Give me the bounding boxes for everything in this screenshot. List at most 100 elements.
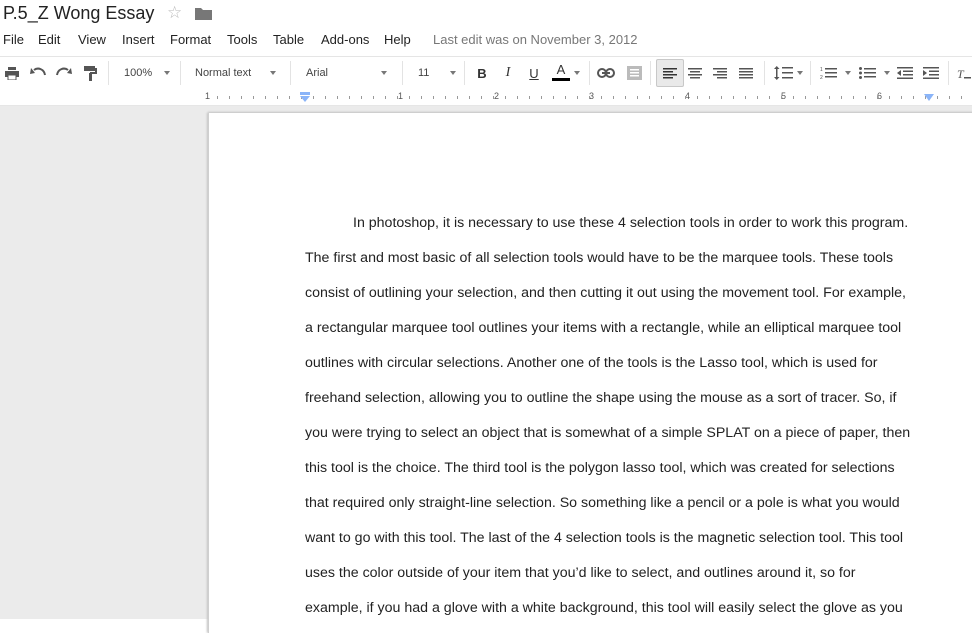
body-line: freehand selection, allowing you to outl… bbox=[305, 390, 897, 406]
menu-tools[interactable]: Tools bbox=[227, 32, 257, 47]
ruler-tick bbox=[757, 96, 758, 99]
right-indent-marker-icon[interactable] bbox=[924, 94, 934, 101]
chevron-down-icon bbox=[164, 71, 170, 75]
comment-icon[interactable] bbox=[624, 57, 644, 89]
ruler-tick bbox=[361, 96, 362, 99]
folder-icon[interactable] bbox=[195, 7, 212, 20]
ruler-tick bbox=[613, 96, 614, 99]
ruler-tick bbox=[805, 96, 806, 99]
ruler-tick bbox=[901, 96, 902, 99]
align-right-icon[interactable] bbox=[710, 57, 730, 89]
document-title[interactable]: P.5_Z Wong Essay bbox=[3, 3, 154, 24]
menu-help[interactable]: Help bbox=[384, 32, 411, 47]
ruler-tick bbox=[721, 96, 722, 99]
ruler-tick bbox=[397, 96, 398, 99]
menu-edit[interactable]: Edit bbox=[38, 32, 60, 47]
ruler-tick bbox=[325, 96, 326, 99]
ruler-tick bbox=[385, 96, 386, 99]
chevron-down-icon bbox=[574, 71, 580, 75]
bold-label: B bbox=[477, 65, 487, 81]
ruler-tick bbox=[877, 96, 878, 99]
body-line: The first and most basic of all selectio… bbox=[305, 250, 894, 266]
ruler-tick bbox=[445, 96, 446, 99]
ruler-tick bbox=[493, 96, 494, 99]
ruler-tick bbox=[289, 96, 290, 99]
document-canvas: In photoshop, it is necessary to use the… bbox=[0, 106, 972, 633]
ruler-tick bbox=[661, 96, 662, 99]
svg-text:1: 1 bbox=[820, 67, 823, 73]
font-size-value: 11 bbox=[418, 67, 430, 79]
ruler-tick bbox=[937, 96, 938, 99]
ruler-number: 1 bbox=[398, 91, 404, 101]
title-bar: P.5_Z Wong Essay ☆ bbox=[0, 0, 972, 28]
ruler-tick bbox=[373, 96, 374, 99]
ruler-tick bbox=[649, 96, 650, 99]
italic-button[interactable]: I bbox=[498, 57, 518, 89]
undo-icon[interactable] bbox=[29, 57, 47, 89]
ruler-tick bbox=[241, 96, 242, 99]
link-icon[interactable] bbox=[596, 57, 616, 89]
last-edit-status[interactable]: Last edit was on November 3, 2012 bbox=[433, 32, 638, 47]
font-family-select[interactable]: Arial bbox=[296, 57, 396, 89]
underline-label: U bbox=[529, 65, 539, 81]
ruler-tick bbox=[589, 96, 590, 99]
ruler-tick bbox=[841, 96, 842, 99]
menu-view[interactable]: View bbox=[78, 32, 106, 47]
underline-button[interactable]: U bbox=[524, 57, 544, 89]
ruler-tick bbox=[733, 96, 734, 99]
paint-format-icon[interactable] bbox=[81, 57, 99, 89]
ruler-tick bbox=[505, 96, 506, 99]
ruler-number: 1 bbox=[205, 91, 211, 101]
document-page[interactable]: In photoshop, it is necessary to use the… bbox=[208, 113, 972, 633]
svg-text:T: T bbox=[957, 67, 965, 80]
menu-format[interactable]: Format bbox=[170, 32, 211, 47]
chevron-down-icon bbox=[845, 71, 851, 75]
menu-add-ons[interactable]: Add-ons bbox=[321, 32, 369, 47]
chevron-down-icon bbox=[797, 71, 803, 75]
ruler-tick bbox=[481, 96, 482, 99]
increase-indent-icon[interactable] bbox=[921, 57, 941, 89]
ruler-tick bbox=[277, 96, 278, 99]
decrease-indent-icon[interactable] bbox=[895, 57, 915, 89]
ruler-tick bbox=[709, 96, 710, 99]
numbered-list-icon[interactable]: 12 bbox=[818, 57, 854, 89]
menu-file[interactable]: File bbox=[3, 32, 24, 47]
star-icon[interactable]: ☆ bbox=[167, 3, 182, 23]
menu-table[interactable]: Table bbox=[273, 32, 304, 47]
bold-button[interactable]: B bbox=[472, 57, 492, 89]
align-center-icon[interactable] bbox=[685, 57, 705, 89]
justify-icon[interactable] bbox=[736, 57, 756, 89]
ruler-tick bbox=[745, 96, 746, 99]
zoom-value: 100% bbox=[124, 67, 153, 79]
ruler-tick bbox=[793, 96, 794, 99]
zoom-select[interactable]: 100% bbox=[116, 57, 176, 89]
text-color-button[interactable]: A bbox=[548, 57, 582, 89]
ruler-tick bbox=[409, 96, 410, 99]
body-line: In photoshop, it is necessary to use the… bbox=[353, 215, 909, 231]
print-icon[interactable] bbox=[3, 57, 21, 89]
svg-text:2: 2 bbox=[820, 75, 823, 80]
ruler-tick bbox=[529, 96, 530, 99]
redo-icon[interactable] bbox=[55, 57, 73, 89]
ruler-tick bbox=[577, 96, 578, 99]
line-spacing-icon[interactable] bbox=[770, 57, 804, 89]
italic-label: I bbox=[505, 65, 511, 80]
ruler-tick bbox=[889, 96, 890, 99]
paragraph-style-select[interactable]: Normal text bbox=[186, 57, 286, 89]
body-line: consist of outlining your selection, and… bbox=[305, 285, 906, 301]
align-left-icon[interactable] bbox=[656, 59, 684, 87]
ruler-tick bbox=[337, 96, 338, 99]
indent-marker-icon[interactable] bbox=[299, 92, 311, 102]
font-size-select[interactable]: 11 bbox=[408, 57, 460, 89]
ruler-tick bbox=[517, 96, 518, 99]
bulleted-list-icon[interactable] bbox=[857, 57, 893, 89]
menu-insert[interactable]: Insert bbox=[122, 32, 155, 47]
ruler-tick bbox=[781, 96, 782, 99]
clear-formatting-icon[interactable]: T bbox=[954, 57, 972, 89]
ruler-tick bbox=[961, 96, 962, 99]
body-line: want to go with this tool. The last of t… bbox=[305, 530, 904, 546]
ruler: 1 1 2 3 4 5 6 bbox=[0, 89, 972, 106]
text-color-swatch bbox=[552, 78, 570, 81]
document-body[interactable]: In photoshop, it is necessary to use the… bbox=[305, 206, 935, 626]
ruler-tick bbox=[553, 96, 554, 99]
